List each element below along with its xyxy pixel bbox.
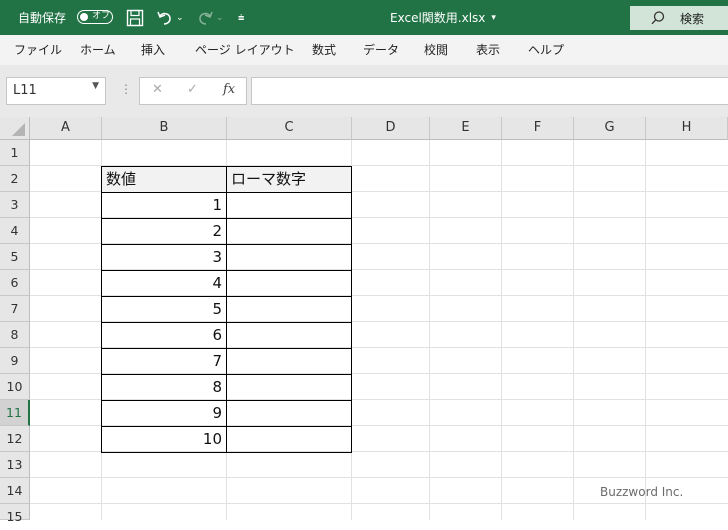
row-header[interactable]: 2 xyxy=(0,166,30,192)
cell-b7[interactable]: 5 xyxy=(101,296,227,323)
cell-b2[interactable]: 数値 xyxy=(101,166,227,193)
cell-c10[interactable] xyxy=(226,374,352,401)
autosave-toggle[interactable]: オフ xyxy=(77,10,113,24)
column-header-f[interactable]: F xyxy=(502,117,574,140)
select-all-corner[interactable] xyxy=(0,117,30,140)
cell-b3[interactable]: 1 xyxy=(101,192,227,219)
customize-toolbar-icon[interactable]: ⩧ xyxy=(238,0,244,35)
watermark: Buzzword Inc. xyxy=(600,485,684,499)
cell-c3[interactable] xyxy=(226,192,352,219)
autosave-state: オフ xyxy=(92,11,111,21)
row-header[interactable]: 8 xyxy=(0,322,30,348)
undo-dropdown-icon[interactable]: ⌄ xyxy=(176,13,184,23)
title-bar: 自動保存 オフ ⌄ ⌄ ⩧ Excel関数用.xlsx ▾ 検索 xyxy=(0,0,728,35)
cell-c9[interactable] xyxy=(226,348,352,375)
grid-line xyxy=(429,140,430,520)
row-header[interactable]: 4 xyxy=(0,218,30,244)
tab-data[interactable]: データ xyxy=(363,35,399,65)
column-header-a[interactable]: A xyxy=(30,117,102,140)
redo-button[interactable]: ⌄ xyxy=(196,0,224,35)
formula-buttons: ✕ ✓ fx xyxy=(139,77,247,105)
column-header-h[interactable]: H xyxy=(646,117,728,140)
formula-bar-grip-icon[interactable]: ⋮ xyxy=(120,82,132,96)
formula-input[interactable] xyxy=(251,77,728,105)
search-box[interactable]: 検索 xyxy=(630,6,728,30)
column-header-e[interactable]: E xyxy=(430,117,502,140)
row-header[interactable]: 5 xyxy=(0,244,30,270)
cell-c2[interactable]: ローマ数字 xyxy=(226,166,352,193)
tab-page-layout[interactable]: ページ レイアウト xyxy=(195,35,295,65)
row-header[interactable]: 1 xyxy=(0,140,30,166)
tab-home[interactable]: ホーム xyxy=(80,35,116,65)
cell-c11[interactable] xyxy=(226,400,352,427)
cell-c8[interactable] xyxy=(226,322,352,349)
file-title: Excel関数用.xlsx ▾ xyxy=(390,0,496,35)
cell-b8[interactable]: 6 xyxy=(101,322,227,349)
tab-file[interactable]: ファイル xyxy=(14,35,62,65)
save-button[interactable] xyxy=(126,0,144,35)
undo-button[interactable]: ⌄ xyxy=(156,0,184,35)
grid-line xyxy=(501,140,502,520)
row-header[interactable]: 3 xyxy=(0,192,30,218)
cell-b9[interactable]: 7 xyxy=(101,348,227,375)
cancel-icon[interactable]: ✕ xyxy=(152,82,163,97)
cell-b12[interactable]: 10 xyxy=(101,426,227,453)
ribbon-tabs: ファイル ホーム 挿入 ページ レイアウト 数式 データ 校閲 表示 ヘルプ xyxy=(0,35,728,65)
autosave-label: 自動保存 xyxy=(18,11,67,25)
column-header-g[interactable]: G xyxy=(574,117,646,140)
row-header-selected[interactable]: 11 xyxy=(0,400,30,426)
row-header[interactable]: 13 xyxy=(0,452,30,478)
name-box-value: L11 xyxy=(13,83,37,98)
grid-line xyxy=(645,140,646,520)
row-header[interactable]: 15 xyxy=(0,504,30,524)
insert-function-icon[interactable]: fx xyxy=(223,82,235,97)
file-name: Excel関数用.xlsx xyxy=(390,11,486,25)
tab-review[interactable]: 校閲 xyxy=(424,35,448,65)
cell-c4[interactable] xyxy=(226,218,352,245)
name-box[interactable]: L11 ▼ xyxy=(6,77,106,105)
cell-b5[interactable]: 3 xyxy=(101,244,227,271)
cell-c12[interactable] xyxy=(226,426,352,453)
cell-b11[interactable]: 9 xyxy=(101,400,227,427)
cell-b4[interactable]: 2 xyxy=(101,218,227,245)
title-dropdown-icon[interactable]: ▾ xyxy=(491,13,496,23)
cell-b6[interactable]: 4 xyxy=(101,270,227,297)
spreadsheet-grid: A B C D E F G H 1 2 3 4 5 6 7 8 9 10 11 … xyxy=(0,117,728,524)
enter-icon[interactable]: ✓ xyxy=(187,82,198,97)
column-header-b[interactable]: B xyxy=(102,117,227,140)
name-box-dropdown-icon[interactable]: ▼ xyxy=(92,81,99,91)
cell-c6[interactable] xyxy=(226,270,352,297)
cell-c5[interactable] xyxy=(226,244,352,271)
column-header-d[interactable]: D xyxy=(352,117,430,140)
select-all-icon xyxy=(12,123,25,136)
row-header[interactable]: 10 xyxy=(0,374,30,400)
grid-line xyxy=(30,503,728,504)
grid-line xyxy=(30,477,728,478)
cell-c7[interactable] xyxy=(226,296,352,323)
undo-icon xyxy=(157,11,171,25)
redo-dropdown-icon[interactable]: ⌄ xyxy=(216,13,224,23)
tab-insert[interactable]: 挿入 xyxy=(141,35,165,65)
tab-view[interactable]: 表示 xyxy=(476,35,500,65)
row-header[interactable]: 9 xyxy=(0,348,30,374)
toggle-knob-icon xyxy=(80,13,88,21)
redo-icon xyxy=(199,11,213,25)
row-header[interactable]: 7 xyxy=(0,296,30,322)
row-header[interactable]: 6 xyxy=(0,270,30,296)
search-icon xyxy=(651,11,665,25)
column-header-c[interactable]: C xyxy=(227,117,352,140)
tab-formulas[interactable]: 数式 xyxy=(312,35,336,65)
grid-line xyxy=(573,140,574,520)
cell-b10[interactable]: 8 xyxy=(101,374,227,401)
row-header[interactable]: 12 xyxy=(0,426,30,452)
row-header[interactable]: 14 xyxy=(0,478,30,504)
tab-help[interactable]: ヘルプ xyxy=(528,35,564,65)
search-label: 検索 xyxy=(680,11,705,26)
save-icon xyxy=(126,9,144,26)
